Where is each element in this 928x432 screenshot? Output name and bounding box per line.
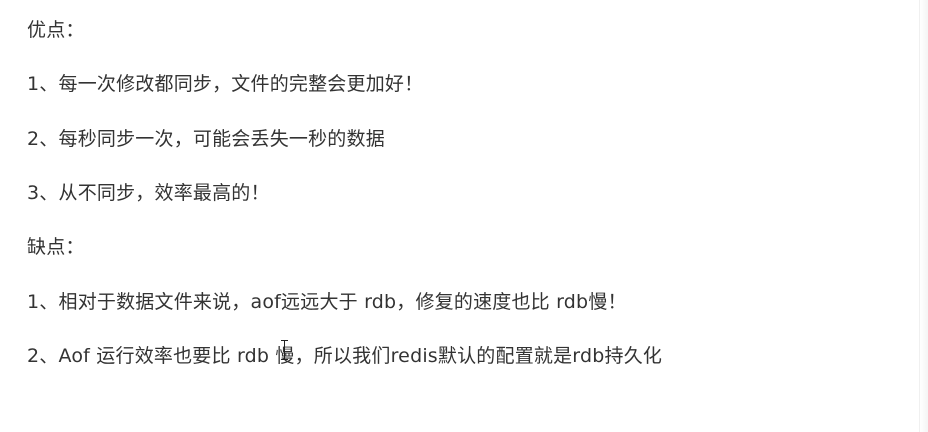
pros-item: 3、从不同步，效率最高的！ bbox=[27, 182, 270, 204]
pros-item: 1、每一次修改都同步，文件的完整会更加好！ bbox=[27, 73, 424, 95]
text-cursor-icon bbox=[281, 340, 288, 360]
document-page: 优点： 1、每一次修改都同步，文件的完整会更加好！ 2、每秒同步一次，可能会丢失… bbox=[0, 0, 928, 432]
cons-item: 2、Aof 运行效率也要比 rdb 慢，所以我们redis默认的配置就是rdb持… bbox=[27, 345, 663, 367]
pros-item: 2、每秒同步一次，可能会丢失一秒的数据 bbox=[27, 128, 385, 150]
scrollbar[interactable] bbox=[919, 0, 928, 432]
cons-item: 1、相对于数据文件来说，aof远远大于 rdb，修复的速度也比 rdb慢！ bbox=[27, 291, 627, 313]
cons-heading: 缺点： bbox=[27, 236, 85, 258]
pros-heading: 优点： bbox=[27, 19, 85, 41]
